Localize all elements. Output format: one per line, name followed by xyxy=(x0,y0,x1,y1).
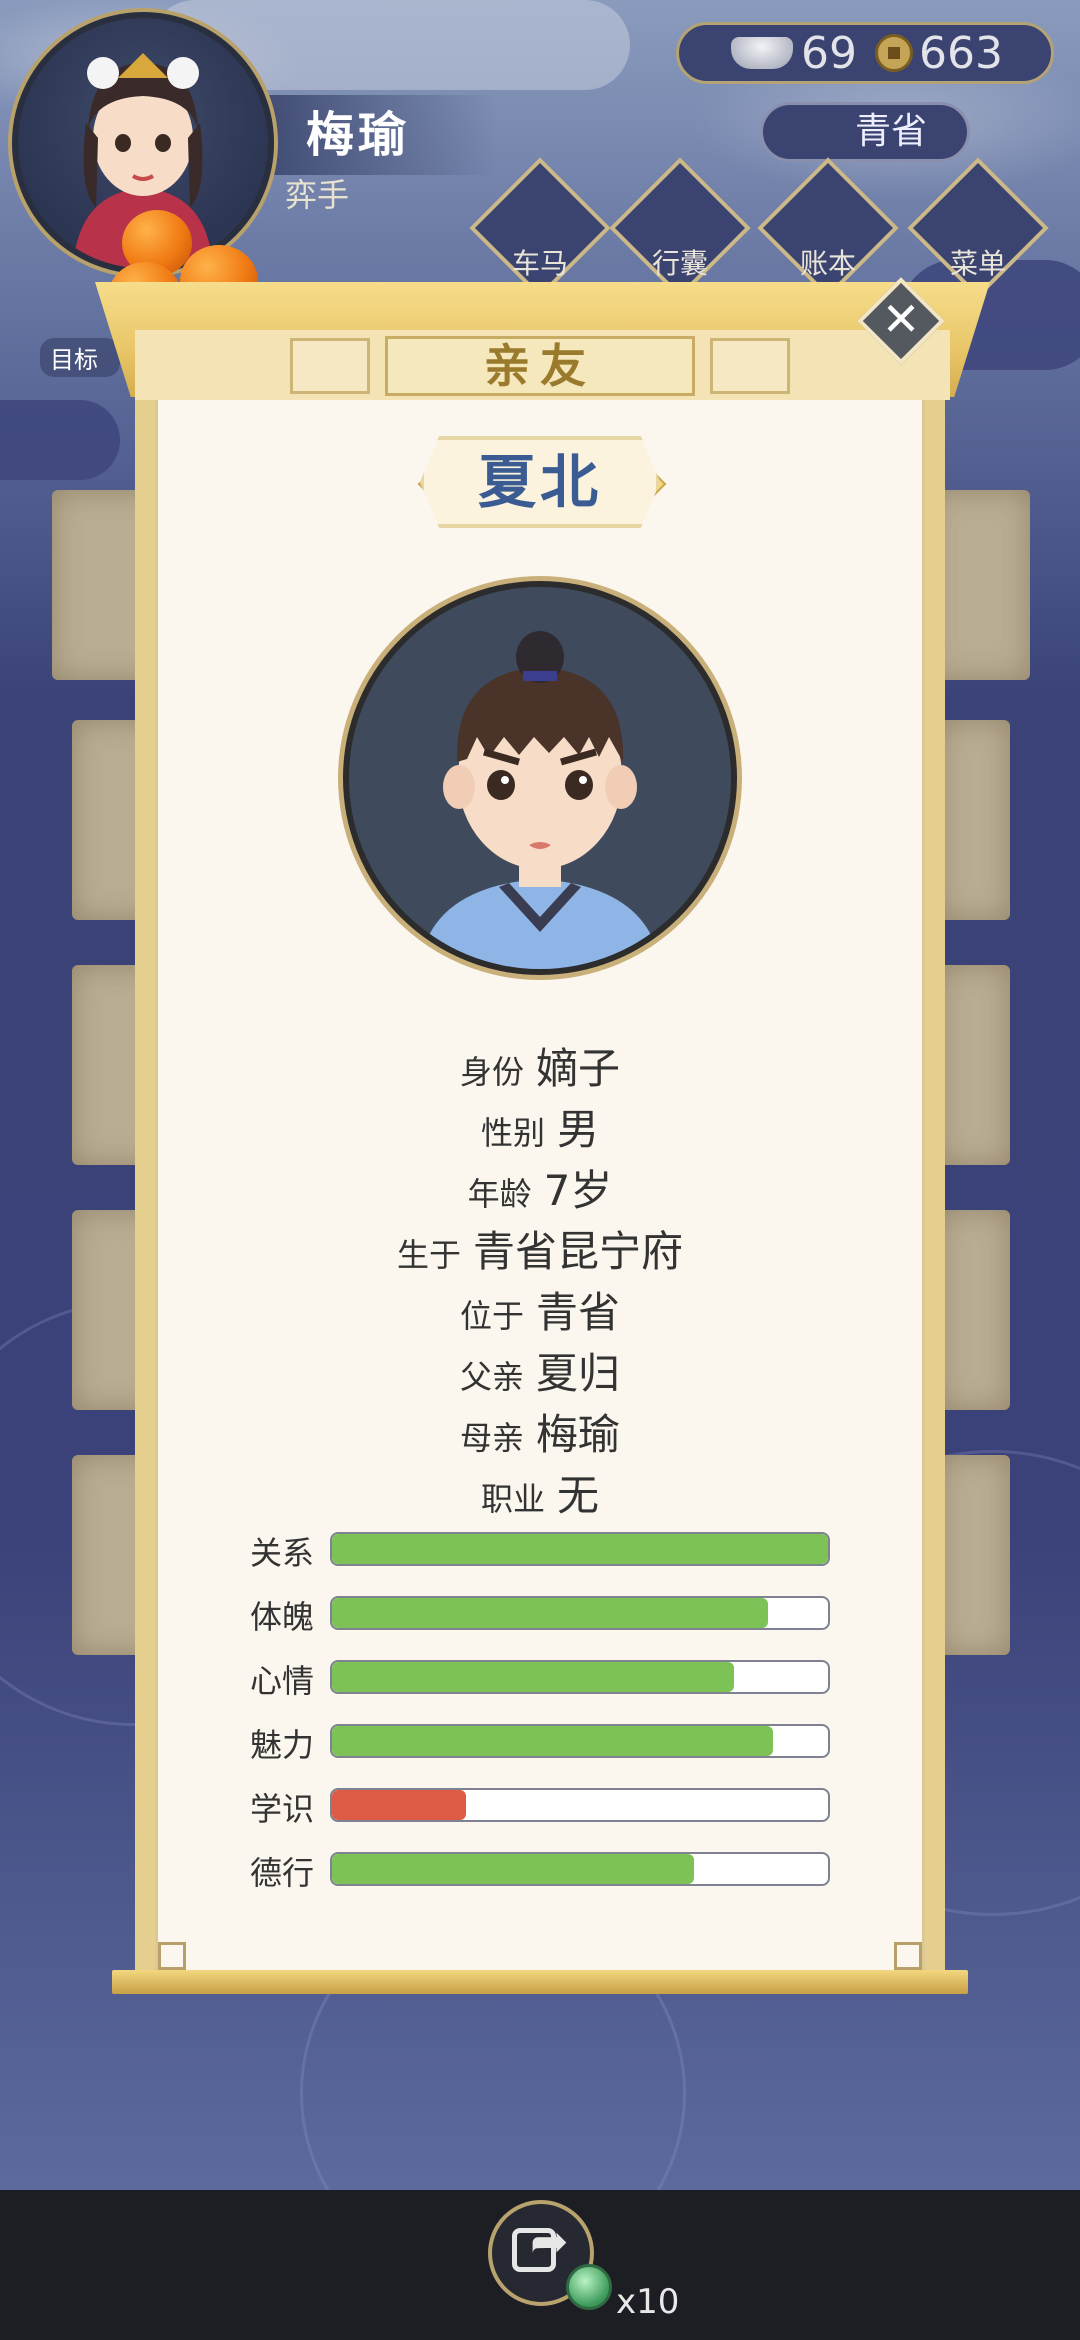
stat-fill xyxy=(332,1790,466,1820)
currency-bar: 69 663 xyxy=(676,22,1054,84)
stat-label-mood: 心情 xyxy=(250,1662,315,1700)
stat-bar-virtue xyxy=(330,1852,830,1886)
copper-coin-icon xyxy=(875,34,913,72)
player-title: 弈手 xyxy=(285,176,350,214)
corner-ornament xyxy=(894,1942,922,1970)
stat-fill xyxy=(332,1726,774,1756)
header-ornament xyxy=(290,338,370,394)
info-row-age: 年龄 7岁 xyxy=(467,1166,613,1215)
info-row-identity: 身份 嫡子 xyxy=(459,1044,621,1093)
location-button[interactable]: 青省 xyxy=(760,102,970,162)
modal-title: 亲友 xyxy=(385,336,695,396)
background-card xyxy=(930,490,1030,680)
stat-bar-mood xyxy=(330,1660,830,1694)
stat-label-virtue: 德行 xyxy=(250,1854,315,1892)
stat-bar-charm xyxy=(330,1724,830,1758)
stat-label-relationship: 关系 xyxy=(250,1534,315,1572)
corner-ornament xyxy=(158,1942,186,1970)
header-ornament xyxy=(710,338,790,394)
stat-bar-knowledge xyxy=(330,1788,830,1822)
stat-bar-relationship xyxy=(330,1532,830,1566)
boy-portrait-icon xyxy=(419,631,661,969)
stat-bar-physique xyxy=(330,1596,830,1630)
info-row-father: 父亲 夏归 xyxy=(459,1349,621,1398)
silver-amount: 69 xyxy=(801,27,857,79)
info-row-mother: 母亲 梅瑜 xyxy=(459,1410,621,1459)
modal-footer-rod xyxy=(112,1970,968,1994)
jade-icon xyxy=(566,2264,612,2310)
info-row-birthplace: 生于 青省昆宁府 xyxy=(396,1227,684,1276)
stat-label-physique: 体魄 xyxy=(250,1598,315,1636)
stat-fill xyxy=(332,1534,828,1564)
cloud-decoration xyxy=(0,400,120,480)
coin-amount: 663 xyxy=(919,27,1003,79)
stat-fill xyxy=(332,1662,734,1692)
nav-bag-label: 行囊 xyxy=(651,247,708,280)
stat-label-charm: 魅力 xyxy=(250,1726,315,1764)
close-icon[interactable]: ✕ xyxy=(870,288,932,350)
nav-menu-label: 菜单 xyxy=(949,247,1006,280)
share-arrow-icon: ➦ xyxy=(530,2214,569,2268)
character-portrait xyxy=(343,581,737,975)
stat-fill xyxy=(332,1854,695,1884)
ad-reward-count: x10 xyxy=(616,2282,680,2322)
character-name: 夏北 xyxy=(420,436,660,528)
player-name: 梅瑜 xyxy=(268,95,498,175)
info-row-occupation: 职业无 xyxy=(480,1471,600,1520)
nav-ledger-label: 账本 xyxy=(799,247,856,280)
stat-fill xyxy=(332,1598,769,1628)
nav-carriage-label: 车马 xyxy=(511,247,568,280)
goal-button[interactable]: 目标 xyxy=(40,338,120,377)
background-card xyxy=(940,720,1010,920)
silver-ingot-icon xyxy=(731,37,793,69)
info-row-location: 位于 青省 xyxy=(459,1288,621,1337)
stat-label-knowledge: 学识 xyxy=(250,1790,315,1828)
info-row-gender: 性别男 xyxy=(480,1105,600,1154)
